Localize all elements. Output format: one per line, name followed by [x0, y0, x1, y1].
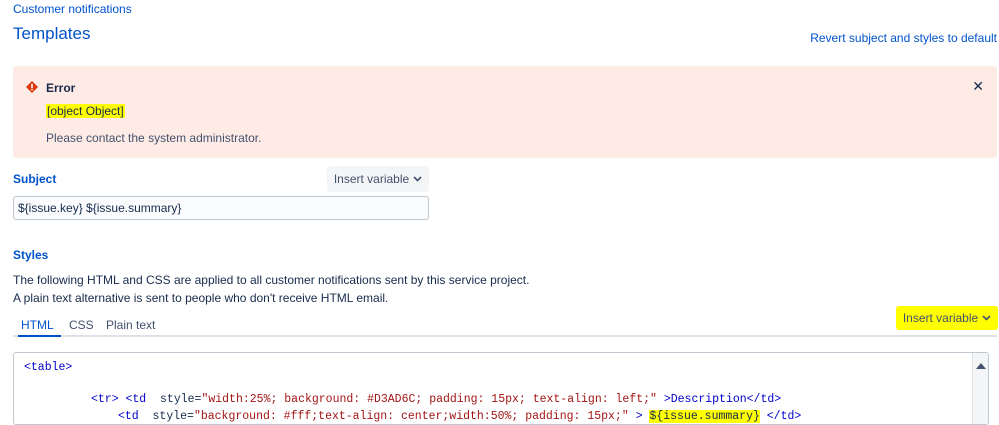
error-title: Error	[46, 81, 76, 95]
tab-plain-text[interactable]: Plain text	[106, 318, 155, 332]
styles-description: The following HTML and CSS are applied t…	[13, 273, 530, 305]
chevron-down-icon	[982, 315, 991, 321]
subject-insert-variable-button[interactable]: Insert variable	[327, 166, 429, 192]
tab-html[interactable]: HTML	[21, 318, 54, 332]
error-object-text: [object Object]	[46, 104, 125, 118]
subject-label: Subject	[13, 172, 57, 186]
breadcrumb-customer-notifications[interactable]: Customer notifications	[13, 2, 132, 16]
insert-variable-label: Insert variable	[333, 172, 410, 186]
styles-insert-variable-button[interactable]: Insert variable	[896, 306, 998, 330]
code-line-1: <table>	[24, 361, 73, 374]
error-icon	[26, 81, 38, 93]
tab-css[interactable]: CSS	[69, 318, 94, 332]
issue-summary-variable: ${issue.summary}	[649, 410, 760, 423]
active-tab-indicator	[18, 335, 61, 337]
styles-label: Styles	[13, 248, 49, 262]
close-icon[interactable]: ✕	[972, 78, 984, 95]
html-code-editor[interactable]: <table> <tr> <td style="width:25%; backg…	[13, 352, 989, 425]
error-message: Please contact the system administrator.	[46, 131, 262, 145]
subject-input[interactable]	[13, 196, 429, 220]
page-title: Templates	[13, 24, 91, 43]
error-banner: Error [object Object] Please contact the…	[13, 66, 997, 158]
scroll-up-icon[interactable]	[976, 363, 986, 369]
revert-to-default-link[interactable]: Revert subject and styles to default	[810, 31, 997, 45]
insert-variable-label: Insert variable	[902, 311, 979, 325]
chevron-down-icon	[413, 176, 422, 182]
code-line-3: <td style="background: #fff;text-align: …	[118, 410, 802, 423]
scrollbar[interactable]	[972, 353, 988, 424]
code-line-2: <tr> <td style="width:25%; background: #…	[91, 393, 782, 406]
styles-tabs: HTML CSS Plain text	[13, 316, 997, 337]
